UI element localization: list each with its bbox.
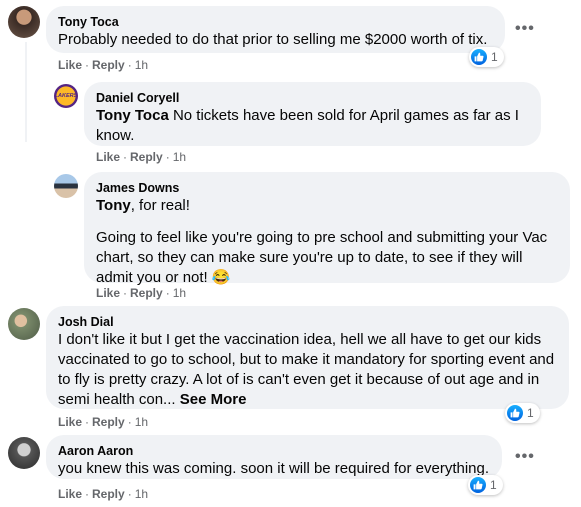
- timestamp[interactable]: 1h: [173, 150, 186, 164]
- reaction-summary[interactable]: 1: [468, 475, 503, 495]
- thread-line: [25, 42, 27, 142]
- comment-text: Tony Toca No tickets have been sold for …: [96, 107, 519, 144]
- comment-bubble: Aaron Aaron you knew this was coming. so…: [46, 435, 502, 479]
- laughing-emoji-icon: 😂: [211, 269, 231, 286]
- avatar[interactable]: [8, 6, 40, 38]
- thumbs-up-icon: [507, 405, 523, 421]
- comment-actions: Like · Reply · 1h: [58, 58, 149, 72]
- reaction-summary[interactable]: 1: [505, 403, 540, 423]
- comment-text: you knew this was coming. soon it will b…: [58, 460, 490, 477]
- reaction-count: 1: [527, 406, 534, 420]
- avatar[interactable]: [8, 308, 40, 340]
- avatar[interactable]: [8, 437, 40, 469]
- timestamp[interactable]: 1h: [173, 286, 186, 300]
- timestamp[interactable]: 1h: [135, 487, 148, 501]
- mention-link[interactable]: Tony: [96, 197, 131, 214]
- like-button[interactable]: Like: [58, 487, 82, 501]
- reply-button[interactable]: Reply: [92, 58, 125, 72]
- reply-button[interactable]: Reply: [130, 150, 163, 164]
- like-button[interactable]: Like: [96, 150, 120, 164]
- comment-text: I don't like it but I get the vaccinatio…: [58, 331, 555, 408]
- comment-bubble: Tony Toca Probably needed to do that pri…: [46, 6, 505, 53]
- comment-bubble: Josh Dial I don't like it but I get the …: [46, 306, 569, 409]
- comment-author[interactable]: James Downs: [96, 180, 558, 196]
- thumbs-up-icon: [470, 477, 486, 493]
- like-button[interactable]: Like: [58, 58, 82, 72]
- reaction-count: 1: [491, 50, 498, 64]
- reaction-count: 1: [490, 478, 497, 492]
- see-more-link[interactable]: See More: [180, 391, 247, 408]
- lakers-logo: LAKERS: [54, 93, 78, 99]
- comment-author[interactable]: Josh Dial: [58, 314, 557, 330]
- comment-author[interactable]: Aaron Aaron: [58, 443, 490, 459]
- reaction-summary[interactable]: 1: [469, 47, 504, 67]
- comment-author[interactable]: Daniel Coryell: [96, 90, 529, 106]
- more-options-icon[interactable]: •••: [515, 21, 535, 37]
- comment-text: Probably needed to do that prior to sell…: [58, 31, 488, 48]
- comment-text-paragraph: Going to feel like you're going to pre s…: [96, 229, 548, 286]
- comment-bubble: James Downs Tony, for real! Going to fee…: [84, 172, 570, 286]
- timestamp[interactable]: 1h: [135, 415, 148, 429]
- like-button[interactable]: Like: [58, 415, 82, 429]
- comment-bubble: Daniel Coryell Tony Toca No tickets have…: [84, 82, 541, 146]
- comment-actions: Like · Reply · 1h: [96, 286, 187, 300]
- reply-button[interactable]: Reply: [92, 415, 125, 429]
- timestamp[interactable]: 1h: [135, 58, 148, 72]
- comment-text: Tony, for real!: [96, 197, 190, 214]
- avatar[interactable]: LAKERS: [54, 84, 78, 108]
- mention-link[interactable]: Tony Toca: [96, 107, 169, 124]
- reply-button[interactable]: Reply: [92, 487, 125, 501]
- comment-actions: Like · Reply · 1h: [58, 415, 149, 429]
- avatar[interactable]: [54, 174, 78, 198]
- like-button[interactable]: Like: [96, 286, 120, 300]
- comment-author[interactable]: Tony Toca: [58, 14, 493, 30]
- reply-button[interactable]: Reply: [130, 286, 163, 300]
- comment-actions: Like · Reply · 1h: [96, 150, 187, 164]
- comment-actions: Like · Reply · 1h: [58, 487, 149, 501]
- more-options-icon[interactable]: •••: [515, 449, 535, 465]
- thumbs-up-icon: [471, 49, 487, 65]
